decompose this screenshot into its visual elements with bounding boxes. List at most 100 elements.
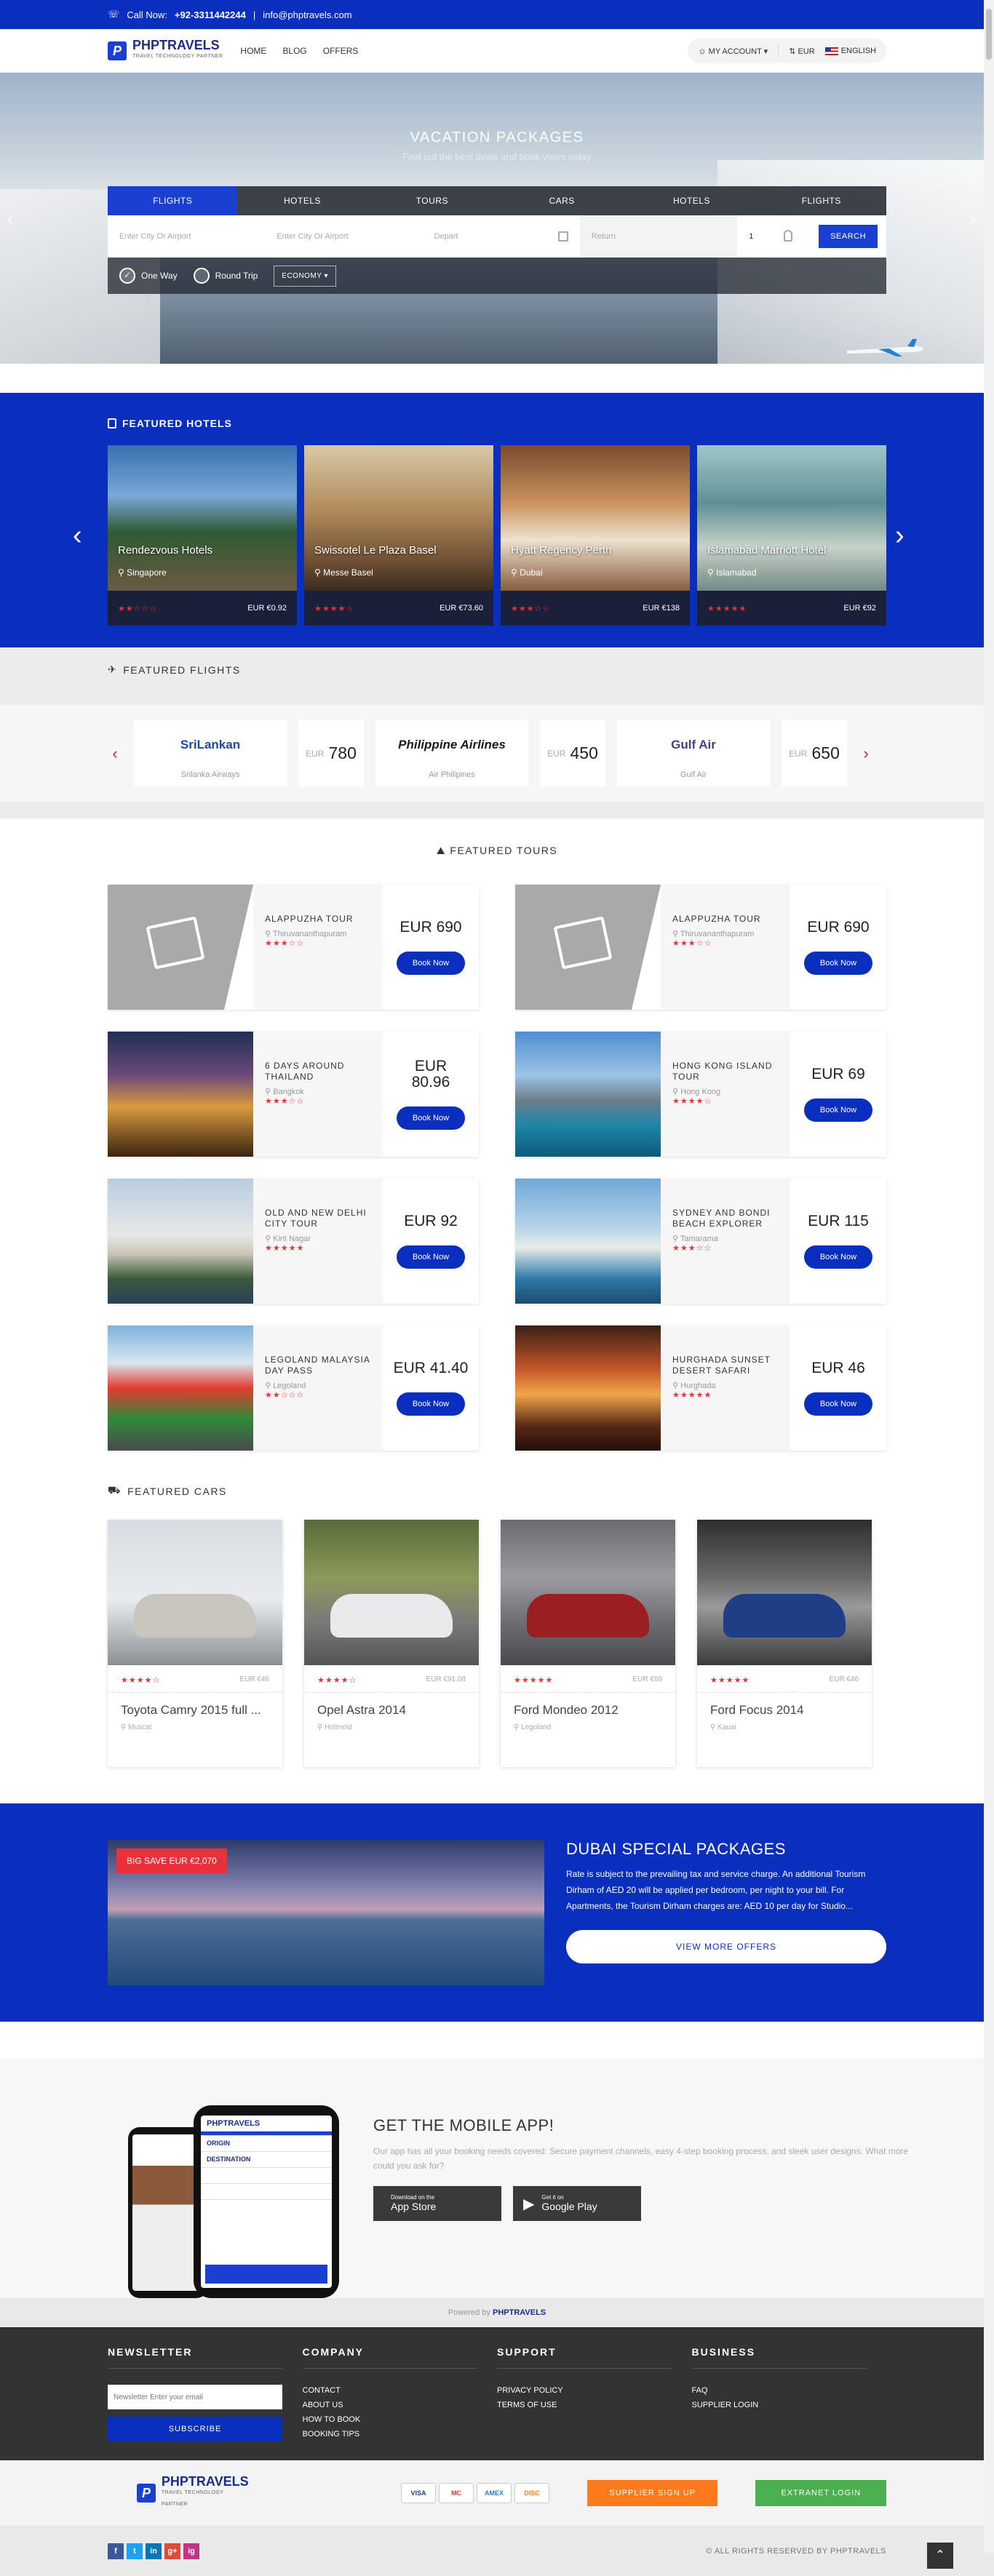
hotel-location: ⚲ Dubai bbox=[511, 567, 543, 578]
round-trip-radio[interactable]: Round Trip bbox=[193, 268, 258, 284]
app-store-button[interactable]: Download on the App Store bbox=[373, 2186, 501, 2221]
footer-link-booking-tips[interactable]: BOOKING TIPS bbox=[303, 2427, 498, 2441]
footer-link-about[interactable]: ABOUT US bbox=[303, 2398, 498, 2412]
extranet-login-button[interactable]: EXTRANET LOGIN bbox=[755, 2480, 886, 2506]
airline-card[interactable]: SriLankan Srilanka Airways bbox=[134, 720, 287, 786]
logo[interactable]: P PHPTRAVELS TRAVEL TECHNOLOGY PARTNER bbox=[108, 39, 223, 63]
book-now-button[interactable]: Book Now bbox=[803, 952, 873, 975]
tour-location: Legoland bbox=[265, 1381, 371, 1390]
tab-flights[interactable]: FLIGHTS bbox=[108, 186, 238, 215]
tab-hotels[interactable]: HOTELS bbox=[237, 186, 367, 215]
footer-link-contact[interactable]: CONTACT bbox=[303, 2383, 498, 2398]
phone-number[interactable]: +92-3311442244 bbox=[175, 9, 246, 20]
my-account-dropdown[interactable]: ☺ MY ACCOUNT ▾ bbox=[698, 47, 768, 56]
book-now-button[interactable]: Book Now bbox=[803, 1245, 873, 1269]
check-icon bbox=[119, 268, 135, 284]
supplier-signup-button[interactable]: SUPPLIER SIGN UP bbox=[587, 2480, 718, 2506]
google-play-button[interactable]: ▶ Get it on Google Play bbox=[513, 2186, 641, 2221]
language-dropdown[interactable]: ENGLISH bbox=[824, 47, 876, 55]
book-now-button[interactable]: Book Now bbox=[396, 1245, 466, 1269]
tour-card[interactable]: 6 DAYS AROUND THAILAND Bangkok ★★★☆☆ EUR… bbox=[108, 1032, 479, 1157]
featured-tours-section: ⛰ FEATURED TOURS ALAPPUZHA TOUR Thiruvan… bbox=[108, 845, 886, 1767]
star-rating: ★★★★★ bbox=[514, 1676, 554, 1685]
scrollbar[interactable] bbox=[984, 0, 994, 2553]
footer-link-supplier-login[interactable]: SUPPLIER LOGIN bbox=[692, 2398, 887, 2412]
passengers-input[interactable]: 1 bbox=[737, 215, 810, 258]
hotel-card[interactable]: Rendezvous Hotels ⚲ Singapore ★★☆☆☆ EUR €… bbox=[108, 445, 297, 626]
book-now-button[interactable]: Book Now bbox=[803, 1098, 873, 1122]
chevron-left-icon[interactable]: ‹ bbox=[73, 520, 82, 551]
tour-name: OLD AND NEW DELHI CITY TOUR bbox=[265, 1208, 367, 1229]
nav-home[interactable]: HOME bbox=[240, 46, 266, 56]
footer-link-how-to-book[interactable]: HOW TO BOOK bbox=[303, 2412, 498, 2427]
return-input[interactable]: Return bbox=[579, 215, 738, 258]
search-fields: Enter City Or Airport Enter City Or Airp… bbox=[108, 215, 886, 258]
offer-image[interactable]: BIG SAVE EUR €2,070 bbox=[108, 1840, 544, 1985]
footer-link-faq[interactable]: FAQ bbox=[692, 2383, 887, 2398]
tab-cars[interactable]: CARS bbox=[497, 186, 627, 215]
book-now-button[interactable]: Book Now bbox=[396, 952, 466, 975]
depart-input[interactable]: Depart bbox=[422, 215, 580, 258]
car-price: EUR €91.08 bbox=[426, 1675, 466, 1683]
tab-tours[interactable]: TOURS bbox=[367, 186, 497, 215]
app-destination: DESTINATION bbox=[201, 2152, 332, 2168]
tour-price: EUR 690 bbox=[399, 919, 462, 936]
tour-card[interactable]: HONG KONG ISLAND TOUR Hong Kong ★★★★☆ EU… bbox=[515, 1032, 886, 1157]
twitter-icon[interactable]: t bbox=[127, 2543, 143, 2559]
linkedin-icon[interactable]: in bbox=[146, 2543, 162, 2559]
hotel-card[interactable]: Islamabad Marriott Hotel ⚲ Islamabad ★★★… bbox=[697, 445, 886, 626]
search-button[interactable]: SEARCH bbox=[819, 225, 878, 248]
footer-logo[interactable]: P PHPTRAVELS TRAVEL TECHNOLOGY PARTNER bbox=[137, 2475, 252, 2511]
amex-icon: AMEX bbox=[476, 2483, 512, 2503]
star-rating: ★★★★☆ bbox=[317, 1676, 357, 1685]
subfooter: P PHPTRAVELS TRAVEL TECHNOLOGY PARTNER V… bbox=[0, 2460, 994, 2526]
hotel-card[interactable]: Swissotel Le Plaza Basel ⚲ Messe Basel ★… bbox=[304, 445, 493, 626]
book-now-button[interactable]: Book Now bbox=[396, 1392, 466, 1416]
newsletter-email-input[interactable] bbox=[108, 2385, 282, 2409]
one-way-radio[interactable]: One Way bbox=[119, 268, 178, 284]
chevron-right-icon[interactable]: › bbox=[859, 744, 873, 763]
chevron-left-icon[interactable]: ‹ bbox=[108, 744, 122, 763]
tour-card[interactable]: OLD AND NEW DELHI CITY TOUR Kirti Nagar … bbox=[108, 1179, 479, 1304]
airplane-icon bbox=[847, 339, 923, 356]
car-card[interactable]: ★★★★★ EUR €69 Ford Mondeo 2012 ⚲ Legoland bbox=[501, 1520, 675, 1767]
tour-card[interactable]: HURGHADA SUNSET DESERT SAFARI Hurghada ★… bbox=[515, 1325, 886, 1451]
subscribe-button[interactable]: SUBSCRIBE bbox=[108, 2417, 282, 2441]
to-input[interactable]: Enter City Or Airport bbox=[265, 215, 422, 258]
tour-card[interactable]: LEGOLAND MALAYSIA DAY PASS Legoland ★★☆☆… bbox=[108, 1325, 479, 1451]
currency-dropdown[interactable]: ⇅ EUR bbox=[789, 47, 815, 56]
chevron-right-icon[interactable]: › bbox=[895, 520, 904, 551]
tab-flights-2[interactable]: FLIGHTS bbox=[757, 186, 886, 215]
tour-card[interactable]: ALAPPUZHA TOUR Thiruvananthapuram ★★★☆☆ … bbox=[108, 885, 479, 1010]
google-plus-icon[interactable]: g+ bbox=[164, 2543, 180, 2559]
footer-link-privacy[interactable]: PRIVACY POLICY bbox=[497, 2383, 692, 2398]
hero-next-icon[interactable]: › bbox=[970, 207, 977, 230]
book-now-button[interactable]: Book Now bbox=[396, 1106, 466, 1130]
back-to-top-icon[interactable]: ⌃ bbox=[927, 2543, 953, 2569]
view-more-offers-button[interactable]: VIEW MORE OFFERS bbox=[566, 1930, 886, 1963]
book-now-button[interactable]: Book Now bbox=[803, 1392, 873, 1416]
car-card[interactable]: ★★★★☆ EUR €91.08 Opel Astra 2014 ⚲ Hotmel… bbox=[304, 1520, 479, 1767]
car-card[interactable]: ★★★★☆ EUR €46 Toyota Camry 2015 full ... … bbox=[108, 1520, 282, 1767]
instagram-icon[interactable]: ig bbox=[183, 2543, 199, 2559]
tour-card[interactable]: ALAPPUZHA TOUR Thiruvananthapuram ★★★☆☆ … bbox=[515, 885, 886, 1010]
footer-link-terms[interactable]: TERMS OF USE bbox=[497, 2398, 692, 2412]
pin-icon: ⚲ bbox=[118, 567, 127, 578]
car-card[interactable]: ★★★★★ EUR €46 Ford Focus 2014 ⚲ Kauai bbox=[697, 1520, 872, 1767]
cabin-class-select[interactable]: ECONOMY ▾ bbox=[274, 265, 337, 287]
hero-prev-icon[interactable]: ‹ bbox=[7, 207, 14, 230]
nav-blog[interactable]: BLOG bbox=[282, 46, 306, 56]
tour-card[interactable]: SYDNEY AND BONDI BEACH EXPLORER Tamarama… bbox=[515, 1179, 886, 1304]
hotel-location: ⚲ Singapore bbox=[118, 567, 167, 578]
tab-hotels-2[interactable]: HOTELS bbox=[627, 186, 756, 215]
from-input[interactable]: Enter City Or Airport bbox=[108, 215, 265, 258]
email-link[interactable]: info@phptravels.com bbox=[263, 9, 351, 20]
airline-card[interactable]: Gulf Air Gulf Air bbox=[617, 720, 770, 786]
facebook-icon[interactable]: f bbox=[108, 2543, 124, 2559]
powered-by-logo[interactable]: PHPTRAVELS bbox=[493, 2308, 546, 2317]
section-title: FEATURED FLIGHTS bbox=[123, 663, 241, 676]
star-rating: ★★★★★ bbox=[265, 1244, 305, 1253]
airline-card[interactable]: Philippine Airlines Air Philipines bbox=[375, 720, 528, 786]
hotel-card[interactable]: Hyatt Regency Perth ⚲ Dubai ★★★☆☆ EUR €13… bbox=[501, 445, 690, 626]
nav-offers[interactable]: OFFERS bbox=[323, 46, 359, 56]
